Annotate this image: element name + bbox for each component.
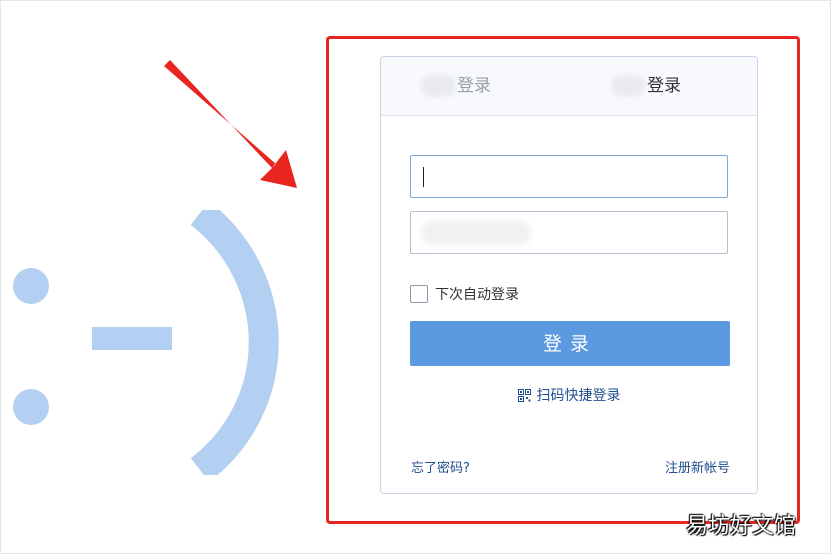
login-tabs: 登录 登录	[381, 57, 757, 116]
redacted-text	[421, 75, 455, 97]
text-cursor	[423, 167, 424, 187]
redacted-placeholder	[421, 221, 531, 245]
register-link[interactable]: 注册新帐号	[665, 457, 730, 476]
tab-login-1[interactable]: 登录	[421, 57, 491, 115]
username-input[interactable]	[410, 155, 728, 198]
redacted-text	[611, 75, 645, 97]
remember-label: 下次自动登录	[435, 287, 519, 303]
qr-login-label: 扫码快捷登录	[536, 388, 621, 404]
remember-login[interactable]: 下次自动登录	[410, 283, 519, 305]
qr-login-link[interactable]: 扫码快捷登录	[381, 385, 757, 405]
login-button[interactable]: 登录	[410, 321, 730, 366]
remember-checkbox[interactable]	[410, 285, 428, 303]
watermark: 易坊好文馆	[686, 514, 797, 539]
login-panel: 登录 登录 下次自动登录 登录 扫码快捷登录 忘了密码? 注册新帐号	[380, 56, 758, 494]
qr-code-icon	[517, 389, 531, 402]
forgot-password-link[interactable]: 忘了密码?	[411, 457, 470, 476]
tab-login-2[interactable]: 登录	[611, 57, 681, 115]
